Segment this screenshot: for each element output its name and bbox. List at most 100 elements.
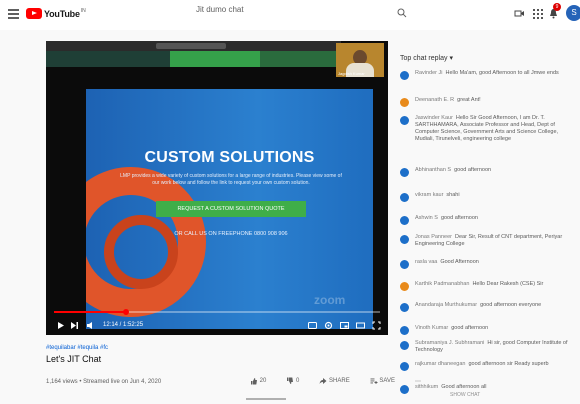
- time-total: 1:52:25: [123, 322, 144, 328]
- chat-avatar[interactable]: [400, 98, 409, 107]
- play-icon[interactable]: [56, 321, 65, 330]
- youtube-play-icon: [26, 8, 42, 19]
- chat-avatar[interactable]: [400, 216, 409, 225]
- account-avatar[interactable]: S: [566, 5, 580, 21]
- chat-text: good afternoon: [440, 215, 478, 221]
- chat-author[interactable]: Jaswinder Kaur: [415, 115, 453, 121]
- site-nav-highlight: [170, 51, 260, 67]
- chat-message-text: Deenanath E. Rgreat Ant!: [415, 97, 481, 107]
- video-meta: 1,164 views • Streamed live on Jun 4, 20…: [46, 379, 162, 385]
- chat-avatar[interactable]: [400, 235, 409, 244]
- chat-text: shahi: [446, 192, 460, 198]
- chat-avatar[interactable]: [400, 116, 409, 125]
- like-count: 20: [259, 378, 267, 384]
- chat-avatar[interactable]: [400, 326, 409, 335]
- video-title: Let's JIT Chat: [46, 354, 102, 364]
- create-video-icon[interactable]: [514, 8, 525, 19]
- slide-body-text: LMP provides a wide variety of custom so…: [120, 173, 342, 186]
- chat-message: rajkumar dhaneegan good afternoon sir Rea…: [400, 361, 575, 371]
- next-icon[interactable]: [70, 321, 79, 330]
- chat-author[interactable]: Abhinanthan S: [415, 167, 451, 173]
- thumbs-down-icon: [287, 377, 294, 384]
- chat-avatar[interactable]: [400, 168, 409, 177]
- share-label: SHARE: [329, 378, 350, 384]
- chat-text: Hello Dear Rakesh (CSE) Sir: [472, 281, 544, 287]
- volume-icon[interactable]: [86, 321, 95, 330]
- chat-header[interactable]: Top chat replay ▾: [400, 54, 453, 62]
- chat-message-text: vikram kaur shahi: [415, 192, 460, 202]
- chat-avatar[interactable]: [400, 303, 409, 312]
- notification-badge: 9: [553, 3, 561, 11]
- chat-message-text: Jaswinder Kaur Hello Sir Good Afternoon, …: [415, 115, 575, 143]
- chat-author[interactable]: Anandaraja Murthukumar: [415, 302, 477, 308]
- chevron-down-icon: ▾: [449, 55, 453, 62]
- site-navigation: [46, 51, 341, 67]
- chat-message: Karthik Padmanabhan Hello Dear Rakesh (CS…: [400, 281, 575, 291]
- scroll-indicator: [246, 398, 286, 400]
- chat-avatar[interactable]: [400, 193, 409, 202]
- theater-mode-icon[interactable]: [356, 321, 365, 330]
- chat-message: Ravinder Ji Hello Ma'am, good Afternoon t…: [400, 70, 575, 80]
- dislike-count: 0: [296, 378, 300, 384]
- chat-author[interactable]: rasla vaa: [415, 259, 437, 265]
- subtitles-icon[interactable]: [308, 321, 317, 330]
- like-button[interactable]: 20: [250, 377, 276, 385]
- search-input[interactable]: Jit dumo chat: [196, 5, 244, 14]
- chat-avatar[interactable]: [400, 362, 409, 371]
- shared-screen-browser: [46, 41, 341, 67]
- settings-icon[interactable]: [324, 321, 333, 330]
- chat-message: Deenanath E. Rgreat Ant!: [400, 97, 575, 107]
- chat-message-text: rasla vaa Good Afternoon: [415, 259, 479, 269]
- fullscreen-icon[interactable]: [372, 321, 381, 330]
- chat-message-text: Abhinanthan Sgood afternoon: [415, 167, 491, 177]
- share-button[interactable]: SHARE: [319, 377, 359, 385]
- search-icon[interactable]: [397, 8, 407, 18]
- chat-message-text: Karthik Padmanabhan Hello Dear Rakesh (CS…: [415, 281, 543, 291]
- share-icon: [319, 378, 327, 384]
- browser-url-bar: [156, 43, 226, 49]
- time-display: 12:14 / 1:52:25: [103, 322, 144, 328]
- apps-icon[interactable]: [532, 8, 543, 19]
- menu-icon[interactable]: [8, 9, 19, 19]
- chat-message: Vinoth Kumar good afternoon: [400, 325, 575, 335]
- chat-author[interactable]: Deenanath E. R: [415, 97, 454, 103]
- chat-author[interactable]: Ashwin S: [415, 215, 438, 221]
- chat-message: Jaswinder Kaur Hello Sir Good Afternoon, …: [400, 115, 575, 143]
- chat-author[interactable]: Ravinder Ji: [415, 70, 443, 76]
- progress-fill: [54, 311, 126, 313]
- chat-avatar[interactable]: [400, 341, 409, 350]
- chat-author[interactable]: sithhikum: [415, 384, 438, 390]
- chat-message: Abhinanthan Sgood afternoon: [400, 167, 575, 177]
- chat-author[interactable]: Karthik Padmanabhan: [415, 281, 469, 287]
- slide-headline: CUSTOM SOLUTIONS: [144, 149, 315, 166]
- chat-author[interactable]: Vinoth Kumar: [415, 325, 448, 331]
- chat-author[interactable]: Subramaniya J. Subhramani: [415, 340, 484, 346]
- video-hashtags[interactable]: #tequilabar #tequila #fc: [46, 345, 108, 351]
- chat-message-text: Jonas Panneer Dear Sir, Result of CNT dep…: [415, 234, 575, 248]
- chat-author[interactable]: vikram kaur: [415, 192, 443, 198]
- chat-avatar[interactable]: [400, 260, 409, 269]
- chat-avatar[interactable]: [400, 71, 409, 80]
- miniplayer-icon[interactable]: [340, 321, 349, 330]
- chat-avatar[interactable]: [400, 282, 409, 291]
- chat-message: rasla vaa Good Afternoon: [400, 259, 575, 269]
- chat-message: Anandaraja Murthukumar good afternoon eve…: [400, 302, 575, 312]
- chat-author[interactable]: rajkumar dhaneegan: [415, 361, 465, 367]
- chat-text: Good afternoon all: [441, 384, 487, 390]
- chat-avatar[interactable]: [400, 385, 409, 394]
- scrubber-handle[interactable]: [122, 309, 129, 315]
- save-label: SAVE: [379, 378, 395, 384]
- thumbs-up-icon: [251, 378, 257, 385]
- slide-cta-button: REQUEST A CUSTOM SOLUTION QUOTE: [156, 201, 306, 217]
- save-playlist-icon: [370, 378, 378, 384]
- chat-message: Subramaniya J. Subhramani Hi sir, good Co…: [400, 340, 575, 354]
- progress-bar[interactable]: [54, 309, 380, 315]
- time-current: 12:14: [103, 322, 119, 328]
- dislike-button[interactable]: 0: [286, 377, 309, 385]
- video-player[interactable]: Jagdish Kumar CUSTOM SOLUTIONS LMP provi…: [46, 41, 388, 335]
- chat-author[interactable]: Jonas Panneer: [415, 234, 452, 240]
- youtube-logo[interactable]: YouTube IN: [26, 8, 86, 19]
- top-bar: YouTube IN Jit dumo chat 9 S: [0, 0, 580, 30]
- chat-message: vikram kaur shahi: [400, 192, 575, 202]
- show-chat-button[interactable]: SHOW CHAT: [450, 392, 480, 398]
